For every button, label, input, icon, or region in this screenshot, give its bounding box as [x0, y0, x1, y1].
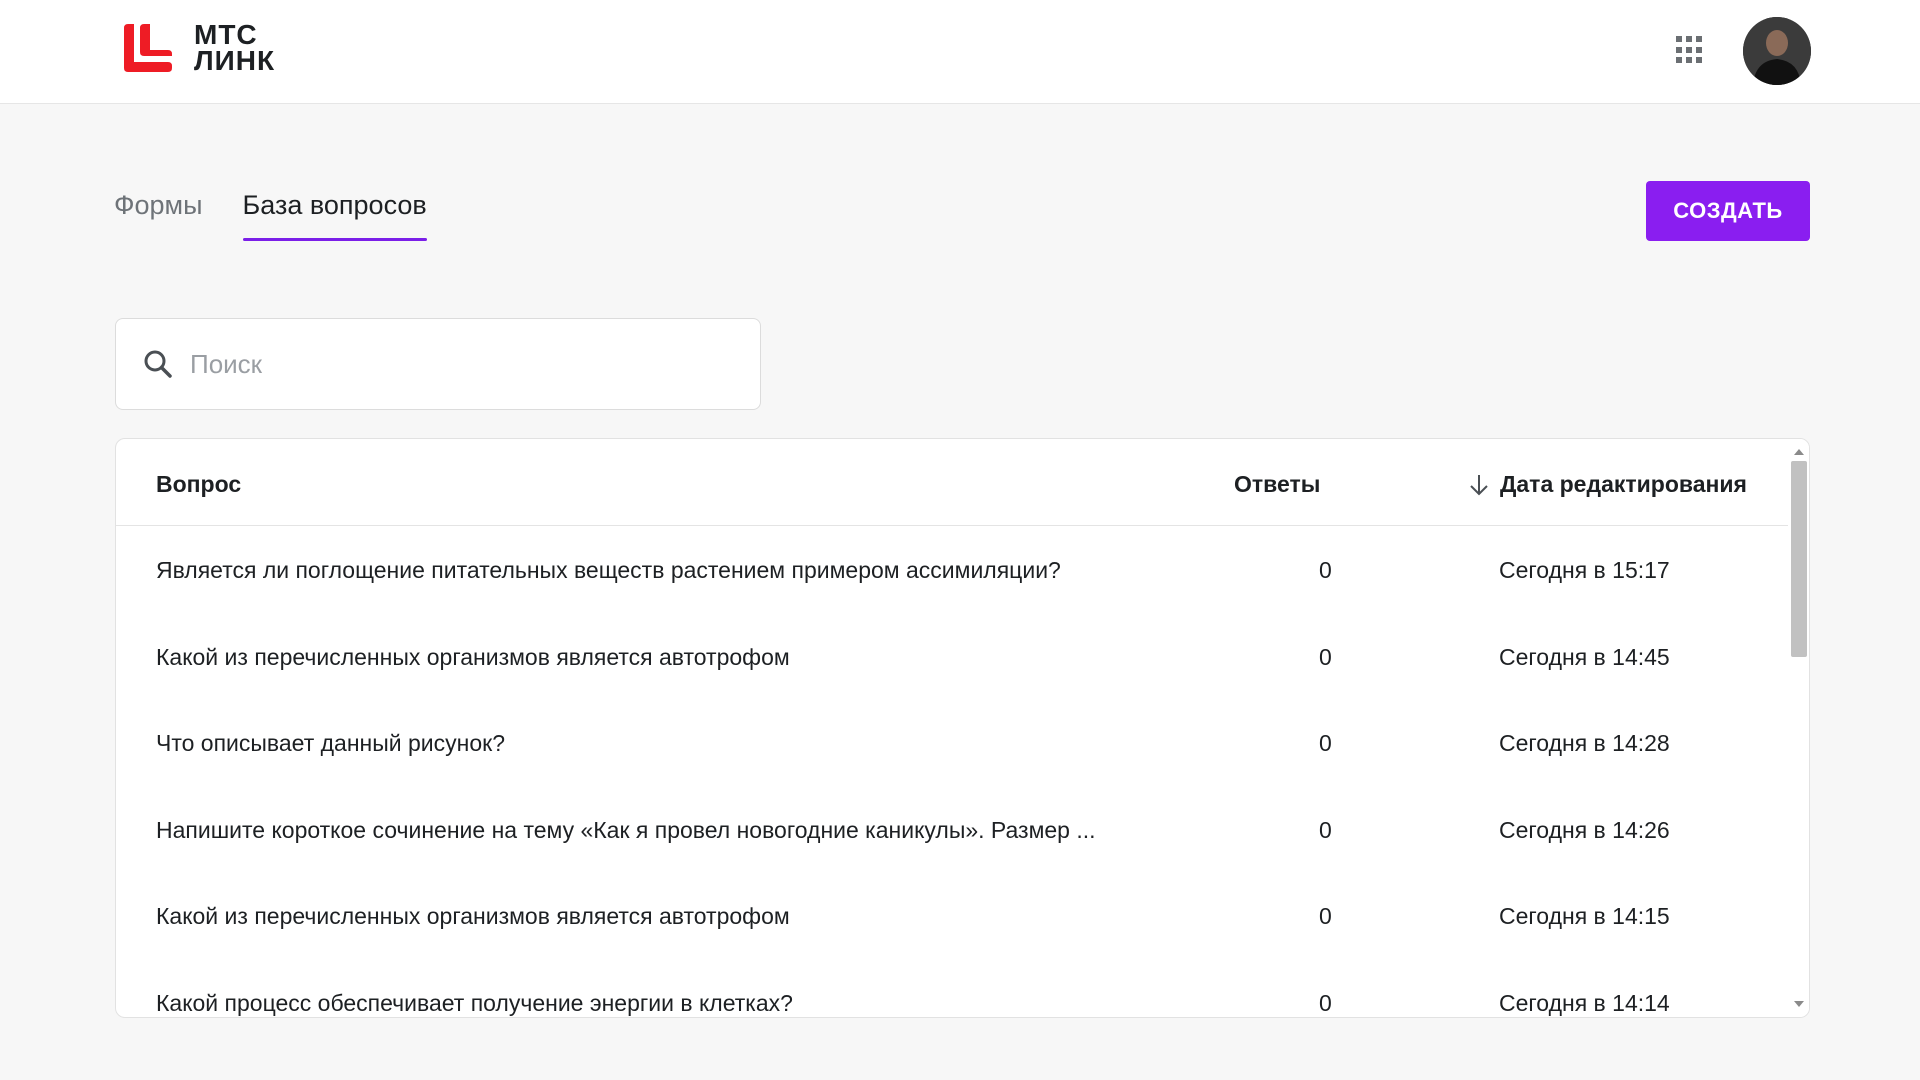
scroll-up-arrow-icon[interactable] [1794, 449, 1804, 455]
search-box [115, 318, 761, 410]
answers-cell: 0 [1319, 989, 1332, 1016]
search-icon [144, 350, 172, 378]
answers-cell: 0 [1319, 557, 1332, 583]
grid-dot [1686, 46, 1692, 53]
question-cell: Что описывает данный рисунок? [156, 730, 505, 756]
date-cell: Сегодня в 14:26 [1499, 816, 1670, 843]
date-cell: Сегодня в 14:14 [1499, 989, 1670, 1016]
date-cell: Сегодня в 14:45 [1499, 643, 1670, 670]
table-row[interactable]: Что описывает данный рисунок? 0 Сегодня … [116, 700, 1788, 787]
top-bar: МТС ЛИНК [0, 0, 1920, 104]
question-cell: Напишите короткое сочинение на тему «Как… [156, 816, 1096, 843]
grid-dot [1676, 36, 1682, 42]
grid-dot [1676, 57, 1682, 64]
question-cell: Является ли поглощение питательных вещес… [156, 557, 1061, 583]
grid-dot [1686, 57, 1692, 64]
grid-dot [1676, 46, 1682, 53]
question-cell: Какой из перечисленных организмов являет… [156, 903, 790, 929]
vertical-scrollbar[interactable] [1788, 439, 1809, 1017]
date-cell: Сегодня в 15:17 [1499, 557, 1670, 583]
logo-line-2: ЛИНК [194, 45, 276, 76]
logo[interactable]: МТС ЛИНК [124, 21, 276, 76]
search-input[interactable] [190, 348, 730, 380]
column-header-question[interactable]: Вопрос [156, 471, 241, 498]
tab-forms[interactable]: Формы [114, 190, 203, 241]
question-cell: Какой из перечисленных организмов являет… [156, 643, 790, 670]
grid-dot [1696, 57, 1702, 64]
scrollbar-thumb[interactable] [1791, 461, 1807, 657]
user-avatar[interactable] [1743, 17, 1811, 85]
tab-question-base[interactable]: База вопросов [242, 190, 427, 241]
date-cell: Сегодня в 14:28 [1499, 730, 1670, 756]
grid-dot [1696, 36, 1702, 42]
table-row[interactable]: Напишите короткое сочинение на тему «Как… [116, 787, 1788, 874]
column-header-date[interactable]: Дата редактирования [1468, 471, 1747, 498]
answers-cell: 0 [1319, 730, 1332, 756]
column-header-date-label: Дата редактирования [1500, 471, 1747, 497]
table-row[interactable]: Какой из перечисленных организмов являет… [116, 614, 1788, 701]
sort-arrow-down-icon [1470, 474, 1488, 495]
answers-cell: 0 [1319, 903, 1332, 929]
grid-icon[interactable] [1676, 36, 1704, 64]
answers-cell: 0 [1319, 643, 1332, 670]
create-button[interactable]: СОЗДАТЬ [1646, 181, 1810, 241]
table-header: Вопрос Ответы Дата редактирования [116, 439, 1788, 526]
logo-text: МТС ЛИНК [194, 21, 276, 76]
questions-table: Вопрос Ответы Дата редактирования Являет… [115, 438, 1810, 1018]
table-row[interactable]: Какой из перечисленных организмов являет… [116, 873, 1788, 960]
grid-dot [1696, 46, 1702, 53]
table-body: Является ли поглощение питательных вещес… [116, 527, 1788, 1018]
answers-cell: 0 [1319, 816, 1332, 843]
column-header-answers[interactable]: Ответы [1234, 471, 1320, 498]
date-cell: Сегодня в 14:15 [1499, 903, 1670, 929]
avatar-image [1743, 17, 1811, 85]
question-cell: Какой процесс обеспечивает получение эне… [156, 989, 793, 1016]
tabs: Формы База вопросов [114, 190, 467, 241]
mts-link-logo-icon [124, 24, 172, 72]
scroll-down-arrow-icon[interactable] [1794, 1001, 1804, 1007]
grid-dot [1686, 36, 1692, 42]
table-row[interactable]: Является ли поглощение питательных вещес… [116, 527, 1788, 614]
table-row[interactable]: Какой процесс обеспечивает получение эне… [116, 960, 1788, 1018]
